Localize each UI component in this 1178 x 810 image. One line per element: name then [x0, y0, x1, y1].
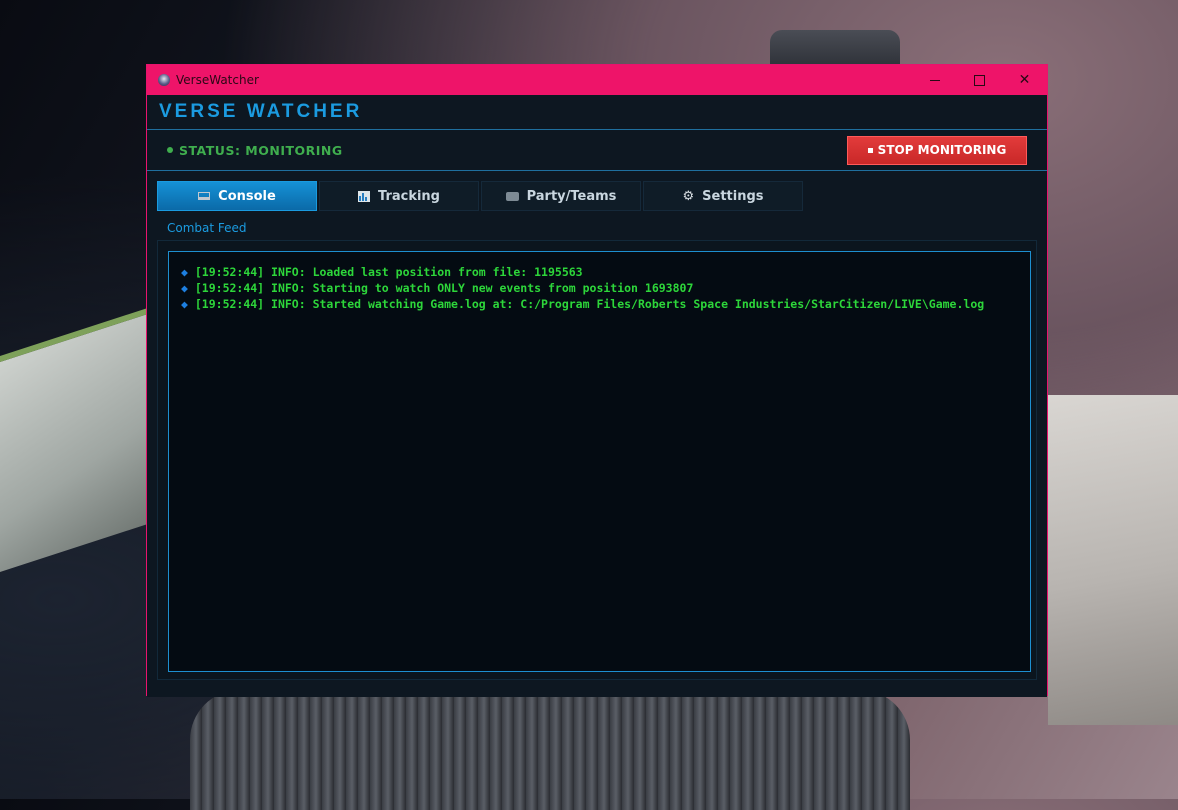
minimize-icon	[929, 79, 940, 81]
window-titlebar[interactable]: VerseWatcher ✕	[147, 65, 1047, 95]
tab-party-teams-label: Party/Teams	[526, 188, 617, 204]
app-title: VERSE WATCHER	[159, 101, 363, 122]
log-line: ◆ [19:52:44] INFO: Loaded last position …	[181, 264, 1018, 280]
close-button[interactable]: ✕	[1002, 65, 1047, 95]
gear-icon: ⚙	[682, 188, 695, 204]
close-icon: ✕	[1018, 72, 1031, 88]
app-header: VERSE WATCHER	[147, 95, 1047, 130]
window-title: VerseWatcher	[176, 73, 259, 87]
minimize-button[interactable]	[912, 65, 957, 95]
stop-icon	[867, 147, 873, 153]
tab-settings[interactable]: ⚙ Settings	[643, 181, 803, 211]
combat-feed-panel: ◆ [19:52:44] INFO: Loaded last position …	[157, 240, 1037, 680]
log-line-text: [19:52:44] INFO: Started watching Game.l…	[194, 297, 985, 311]
log-line-text: [19:52:44] INFO: Loaded last position fr…	[194, 265, 583, 279]
chart-icon	[358, 190, 370, 202]
tab-tracking[interactable]: Tracking	[319, 181, 479, 211]
wallpaper-engines	[190, 690, 910, 810]
stop-monitoring-button[interactable]: STOP MONITORING	[847, 135, 1027, 165]
app-logo-icon	[158, 74, 170, 86]
app-window: VerseWatcher ✕ VERSE WATCHER STATUS: MON…	[146, 64, 1048, 697]
status-bar: STATUS: MONITORING STOP MONITORING	[147, 130, 1047, 171]
log-line-text: [19:52:44] INFO: Starting to watch ONLY …	[194, 281, 694, 295]
tab-settings-label: Settings	[702, 188, 764, 204]
party-icon	[505, 191, 519, 201]
log-bullet-icon: ◆	[181, 281, 188, 295]
main-content: Console Tracking Party/Teams ⚙ Settings …	[147, 171, 1047, 697]
status-indicator: STATUS: MONITORING	[167, 143, 343, 158]
maximize-button[interactable]	[957, 65, 1002, 95]
combat-feed-label: Combat Feed	[167, 221, 247, 235]
wallpaper-wing-right	[1048, 395, 1178, 725]
log-bullet-icon: ◆	[181, 265, 188, 279]
combat-feed-log[interactable]: ◆ [19:52:44] INFO: Loaded last position …	[168, 251, 1031, 672]
stop-monitoring-label: STOP MONITORING	[877, 143, 1007, 157]
tab-tracking-label: Tracking	[378, 188, 440, 204]
log-bullet-icon: ◆	[181, 297, 188, 311]
laptop-icon	[198, 192, 211, 200]
tab-bar: Console Tracking Party/Teams ⚙ Settings	[157, 181, 1037, 211]
tab-console[interactable]: Console	[157, 181, 317, 211]
status-dot-icon	[167, 147, 173, 153]
status-text: STATUS: MONITORING	[179, 142, 343, 158]
maximize-icon	[974, 74, 985, 86]
tab-console-label: Console	[218, 188, 276, 204]
log-line: ◆ [19:52:44] INFO: Started watching Game…	[181, 296, 1018, 312]
log-line: ◆ [19:52:44] INFO: Starting to watch ONL…	[181, 280, 1018, 296]
tab-party-teams[interactable]: Party/Teams	[481, 181, 641, 211]
